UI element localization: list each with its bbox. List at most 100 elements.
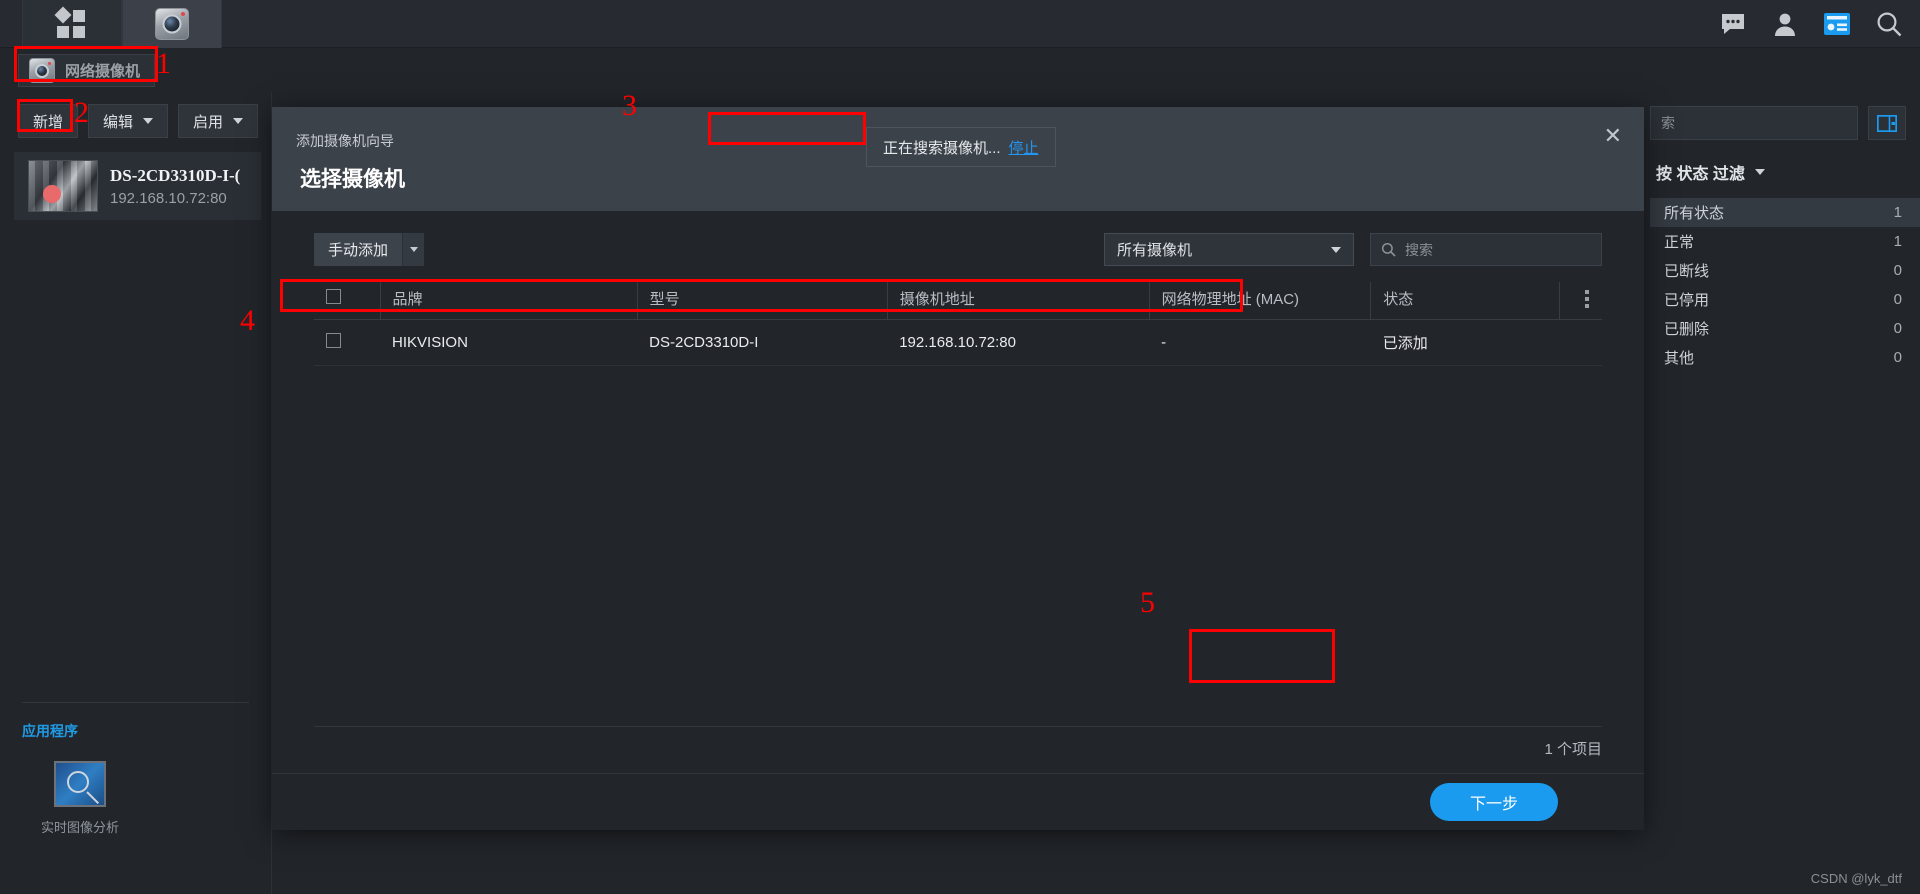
edit-button-label: 编辑 xyxy=(103,113,134,131)
camera-thumbnail xyxy=(28,160,98,212)
right-panel-search-row: 索 xyxy=(1650,92,1920,140)
column-select-all[interactable] xyxy=(314,282,381,320)
column-mac[interactable]: 网络物理地址 (MAC) xyxy=(1148,282,1371,320)
sub-header: 网络摄像机 ? — ❐ ✕ xyxy=(0,48,1920,115)
dialog-kicker: 添加摄像机向导 xyxy=(296,133,394,149)
camera-icon xyxy=(155,8,189,40)
add-camera-wizard-dialog: 添加摄像机向导 选择摄像机 ✕ 正在搜索摄像机... 停止 手动添加 所有摄像机 xyxy=(272,107,1644,830)
user-icon[interactable] xyxy=(1770,9,1800,39)
status-filter-label: 按 状态 过滤 xyxy=(1656,166,1745,183)
edit-button[interactable]: 编辑 xyxy=(88,104,169,138)
chevron-down-icon xyxy=(1754,169,1765,175)
status-count: 0 xyxy=(1893,262,1902,279)
search-status-text: 正在搜索摄像机... xyxy=(883,139,1001,157)
manual-add-dropdown[interactable] xyxy=(402,233,425,266)
camera-small-icon xyxy=(29,58,55,83)
status-item-normal[interactable]: 正常 1 xyxy=(1650,227,1920,256)
status-item-deleted[interactable]: 已删除 0 xyxy=(1650,314,1920,343)
app-tab-strip xyxy=(22,0,222,48)
column-options[interactable] xyxy=(1559,282,1602,320)
stop-search-link[interactable]: 停止 xyxy=(1009,137,1039,158)
next-button-label: 下一步 xyxy=(1469,796,1518,813)
cell-model: DS-2CD3310D-I xyxy=(637,319,888,366)
chevron-down-icon xyxy=(233,118,244,124)
camera-name: DS-2CD3310D-I-( xyxy=(110,165,241,185)
status-label: 已停用 xyxy=(1664,292,1710,309)
chevron-down-icon xyxy=(1331,246,1341,253)
enable-button[interactable]: 启用 xyxy=(178,104,259,138)
chat-bubble-icon[interactable] xyxy=(1718,9,1748,39)
app-root: 网络摄像机 ? — ❐ ✕ 新增 编辑 启用 xyxy=(0,0,1920,894)
camera-list: DS-2CD3310D-I-( 192.168.10.72:80 xyxy=(0,152,271,220)
column-status[interactable]: 状态 xyxy=(1370,282,1560,320)
sidebar-toolbar: 新增 编辑 启用 xyxy=(0,92,271,138)
status-item-other[interactable]: 其他 0 xyxy=(1650,343,1920,372)
column-address[interactable]: 摄像机地址 xyxy=(886,282,1150,320)
status-filter-header[interactable]: 按 状态 过滤 xyxy=(1650,160,1920,184)
dialog-body: 手动添加 所有摄像机 搜索 品牌 型号 摄像机地址 网络物理地址 (MAC) 状… xyxy=(272,211,1644,773)
status-count: 1 xyxy=(1893,204,1902,221)
annotation-number-1: 1 xyxy=(156,47,171,80)
status-count: 1 xyxy=(1893,233,1902,250)
annotation-number-4: 4 xyxy=(240,304,255,337)
column-brand[interactable]: 品牌 xyxy=(379,282,638,320)
app-top-bar xyxy=(0,0,1920,48)
more-options-icon[interactable] xyxy=(1572,289,1602,308)
app-item-label: 实时图像分析 xyxy=(40,820,119,835)
app-bar-actions xyxy=(1718,0,1904,48)
status-label: 已断线 xyxy=(1664,263,1710,280)
dialog-footer: 下一步 xyxy=(272,773,1644,830)
panel-toggle-icon[interactable] xyxy=(1868,106,1906,140)
close-icon[interactable]: ✕ xyxy=(1604,125,1622,147)
add-button[interactable]: 新增 xyxy=(18,104,79,138)
camera-results-table: 品牌 型号 摄像机地址 网络物理地址 (MAC) 状态 HIKVISION DS… xyxy=(314,282,1602,366)
right-panel-search-input[interactable]: 索 xyxy=(1650,106,1858,140)
right-panel-search-text: 索 xyxy=(1661,115,1675,131)
search-status-box: 正在搜索摄像机... 停止 xyxy=(866,127,1056,167)
table-search-input[interactable]: 搜索 xyxy=(1370,233,1602,266)
dialog-title: 选择摄像机 xyxy=(300,168,405,191)
cell-mac: - xyxy=(1149,319,1371,366)
news-panel-icon[interactable] xyxy=(1822,9,1852,39)
row-checkbox-cell[interactable] xyxy=(314,319,381,366)
applications-title: 应用程序 xyxy=(22,723,78,739)
table-header-row: 品牌 型号 摄像机地址 网络物理地址 (MAC) 状态 xyxy=(314,282,1602,320)
right-panel: 索 按 状态 过滤 所有状态 1 正常 1 已断线 0 已停用 0 已删除 0 … xyxy=(1650,92,1920,894)
search-icon[interactable] xyxy=(1874,9,1904,39)
annotation-number-2: 2 xyxy=(74,96,89,129)
dialog-header: 添加摄像机向导 选择摄像机 ✕ 正在搜索摄像机... 停止 xyxy=(272,107,1644,211)
page-tab-network-camera[interactable]: 网络摄像机 xyxy=(18,54,156,87)
watermark: CSDN @lyk_dtf xyxy=(1810,871,1902,886)
list-item[interactable]: DS-2CD3310D-I-( 192.168.10.72:80 xyxy=(14,152,261,220)
table-search-placeholder: 搜索 xyxy=(1405,241,1433,258)
applications-section: 应用程序 实时图像分析 xyxy=(0,702,271,836)
add-button-label: 新增 xyxy=(33,113,64,131)
camera-tab[interactable] xyxy=(122,0,222,48)
row-checkbox[interactable] xyxy=(326,333,341,348)
status-item-disconnected[interactable]: 已断线 0 xyxy=(1650,256,1920,285)
divider xyxy=(314,726,1602,727)
status-filter-list: 所有状态 1 正常 1 已断线 0 已停用 0 已删除 0 其他 0 xyxy=(1650,198,1920,372)
column-model[interactable]: 型号 xyxy=(636,282,888,320)
cell-status: 已添加 xyxy=(1370,319,1560,366)
app-item-image-analysis[interactable]: 实时图像分析 xyxy=(34,761,126,836)
table-row[interactable]: HIKVISION DS-2CD3310D-I 192.168.10.72:80… xyxy=(314,319,1602,366)
dashboard-tab[interactable] xyxy=(22,0,122,48)
status-item-all[interactable]: 所有状态 1 xyxy=(1650,198,1920,227)
select-all-checkbox[interactable] xyxy=(326,289,341,304)
dialog-toolbar-right: 所有摄像机 搜索 xyxy=(1104,233,1602,266)
camera-filter-select[interactable]: 所有摄像机 xyxy=(1104,233,1354,266)
next-button[interactable]: 下一步 xyxy=(1430,783,1558,821)
status-label: 所有状态 xyxy=(1664,205,1725,222)
status-count: 0 xyxy=(1893,291,1902,308)
status-label: 其他 xyxy=(1664,350,1695,367)
manual-add-button[interactable]: 手动添加 xyxy=(314,233,403,266)
status-item-disabled[interactable]: 已停用 0 xyxy=(1650,285,1920,314)
camera-filter-value: 所有摄像机 xyxy=(1117,242,1193,259)
item-count-label: 1 个项目 xyxy=(1544,741,1602,758)
annotation-number-5: 5 xyxy=(1140,586,1155,619)
chevron-down-icon xyxy=(143,118,154,124)
manual-add-label: 手动添加 xyxy=(328,242,389,259)
status-label: 正常 xyxy=(1664,234,1695,251)
status-count: 0 xyxy=(1893,349,1902,366)
